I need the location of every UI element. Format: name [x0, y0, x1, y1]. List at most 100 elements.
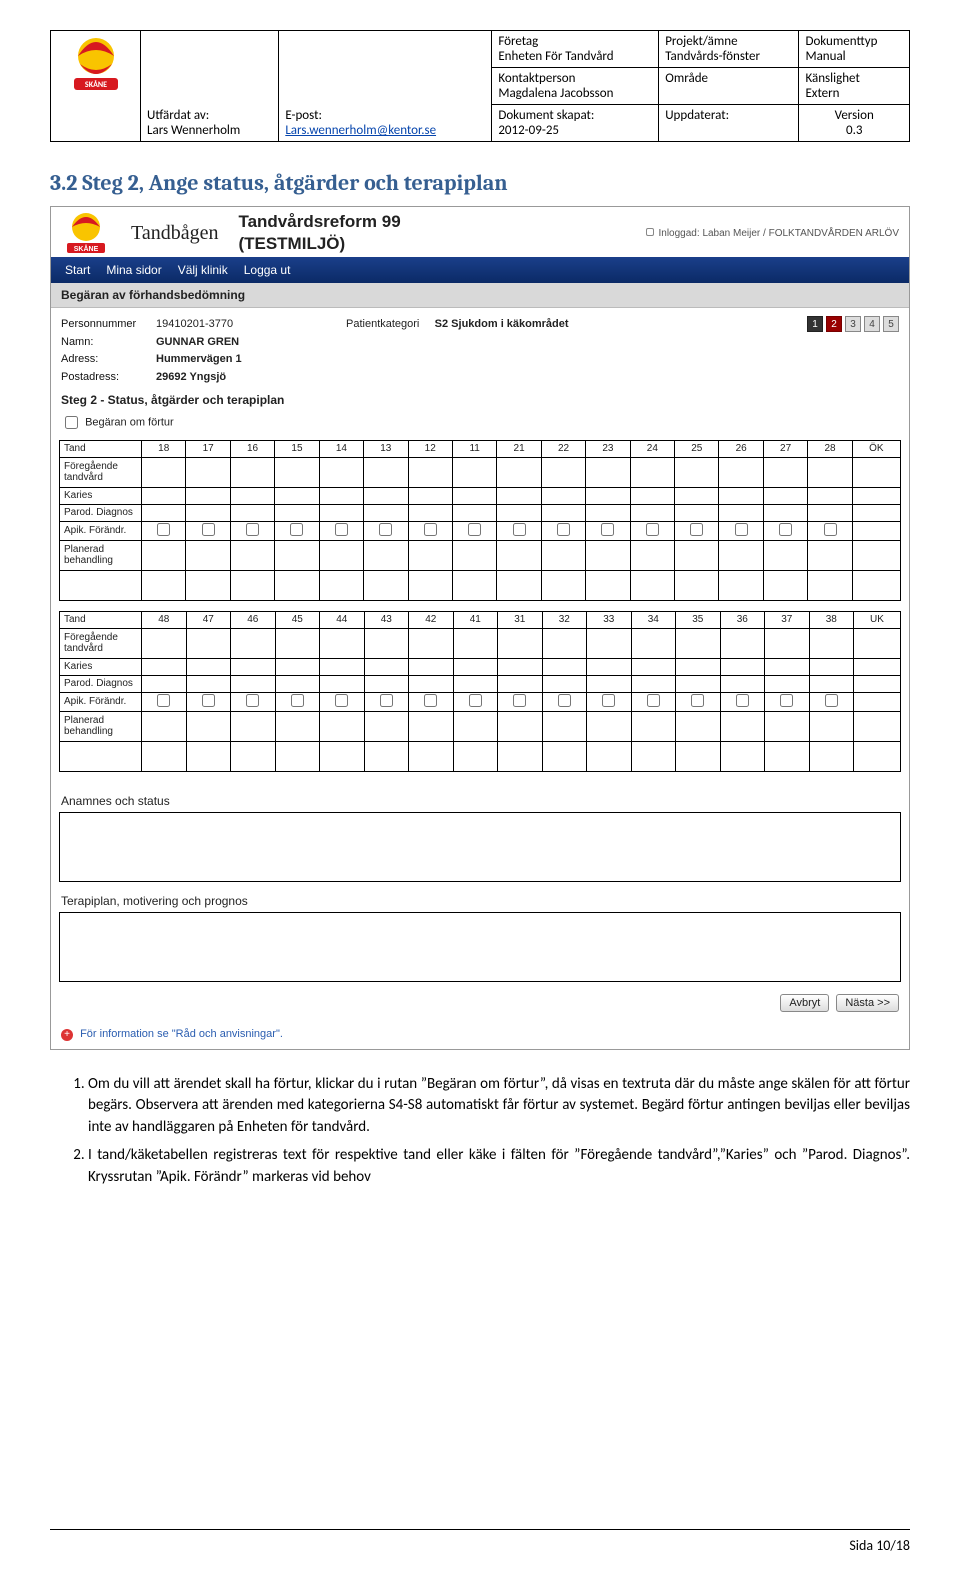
apik-checkbox-41[interactable]: [469, 694, 482, 707]
cell[interactable]: [498, 711, 543, 741]
cell[interactable]: [808, 521, 852, 540]
cell[interactable]: [676, 711, 721, 741]
cell[interactable]: [630, 521, 674, 540]
cell[interactable]: [586, 504, 630, 521]
cell[interactable]: [186, 692, 231, 711]
cell[interactable]: [675, 570, 719, 600]
cell[interactable]: [852, 540, 900, 570]
cell[interactable]: [854, 628, 901, 658]
cell[interactable]: [763, 457, 807, 487]
apik-checkbox-36[interactable]: [736, 694, 749, 707]
cell[interactable]: [587, 692, 632, 711]
cell[interactable]: [809, 675, 854, 692]
cell[interactable]: [320, 711, 365, 741]
cell[interactable]: [320, 628, 365, 658]
cell[interactable]: [720, 692, 765, 711]
cell[interactable]: [275, 521, 319, 540]
cell[interactable]: [186, 628, 231, 658]
apik-checkbox-34[interactable]: [647, 694, 660, 707]
cell[interactable]: [275, 628, 320, 658]
cell[interactable]: [854, 711, 901, 741]
cell[interactable]: [453, 741, 498, 771]
cell[interactable]: [676, 741, 721, 771]
cell[interactable]: [854, 692, 901, 711]
cell[interactable]: [852, 570, 900, 600]
apik-checkbox-14[interactable]: [335, 523, 348, 536]
cell[interactable]: [319, 504, 363, 521]
cell[interactable]: [319, 487, 363, 504]
apik-checkbox-31[interactable]: [513, 694, 526, 707]
cell[interactable]: [630, 540, 674, 570]
cell[interactable]: [142, 658, 187, 675]
cell[interactable]: [675, 540, 719, 570]
cell[interactable]: [142, 457, 186, 487]
cell[interactable]: [142, 741, 187, 771]
cell[interactable]: [808, 487, 852, 504]
cell[interactable]: [631, 741, 676, 771]
cell[interactable]: [452, 540, 496, 570]
cell[interactable]: [763, 570, 807, 600]
apik-checkbox-17[interactable]: [202, 523, 215, 536]
apik-checkbox-11[interactable]: [468, 523, 481, 536]
apik-checkbox-38[interactable]: [825, 694, 838, 707]
cell[interactable]: [497, 487, 541, 504]
cell[interactable]: [542, 628, 587, 658]
cell[interactable]: [230, 521, 274, 540]
cell[interactable]: [854, 658, 901, 675]
cell[interactable]: [452, 521, 496, 540]
cell[interactable]: [453, 675, 498, 692]
cell[interactable]: [676, 692, 721, 711]
cell[interactable]: [676, 628, 721, 658]
terapi-textarea[interactable]: [59, 912, 901, 982]
cell[interactable]: [586, 540, 630, 570]
nav-mina-sidor[interactable]: Mina sidor: [106, 263, 161, 277]
cell[interactable]: [230, 457, 274, 487]
cell[interactable]: [408, 570, 452, 600]
cell[interactable]: [275, 457, 319, 487]
cell[interactable]: [765, 675, 810, 692]
cell[interactable]: [409, 711, 454, 741]
cell[interactable]: [763, 521, 807, 540]
apik-checkbox-24[interactable]: [646, 523, 659, 536]
cell[interactable]: [320, 658, 365, 675]
cell[interactable]: [408, 521, 452, 540]
cell[interactable]: [142, 540, 186, 570]
cell[interactable]: [541, 521, 585, 540]
cell[interactable]: [541, 457, 585, 487]
apik-checkbox-26[interactable]: [735, 523, 748, 536]
cell[interactable]: [631, 675, 676, 692]
cell[interactable]: [275, 504, 319, 521]
cell[interactable]: [408, 540, 452, 570]
cell[interactable]: [498, 675, 543, 692]
apik-checkbox-32[interactable]: [558, 694, 571, 707]
cell[interactable]: [586, 570, 630, 600]
cell[interactable]: [230, 487, 274, 504]
cell[interactable]: [364, 675, 409, 692]
cell[interactable]: [497, 570, 541, 600]
cell[interactable]: [763, 487, 807, 504]
cell[interactable]: [542, 658, 587, 675]
cell[interactable]: [364, 658, 409, 675]
cell[interactable]: [765, 692, 810, 711]
cell[interactable]: [809, 628, 854, 658]
cell[interactable]: [231, 692, 276, 711]
apik-checkbox-33[interactable]: [602, 694, 615, 707]
apik-checkbox-13[interactable]: [379, 523, 392, 536]
apik-checkbox-46[interactable]: [246, 694, 259, 707]
cell[interactable]: [186, 570, 230, 600]
step-2[interactable]: 2: [826, 316, 842, 332]
apik-checkbox-28[interactable]: [824, 523, 837, 536]
apik-checkbox-27[interactable]: [779, 523, 792, 536]
apik-checkbox-42[interactable]: [424, 694, 437, 707]
cell[interactable]: [763, 540, 807, 570]
cell[interactable]: [408, 487, 452, 504]
cancel-button[interactable]: Avbryt: [780, 994, 829, 1012]
cell[interactable]: [497, 540, 541, 570]
cell[interactable]: [675, 504, 719, 521]
cell[interactable]: [675, 487, 719, 504]
cell[interactable]: [541, 540, 585, 570]
cell[interactable]: [275, 540, 319, 570]
apik-checkbox-21[interactable]: [513, 523, 526, 536]
cell[interactable]: [275, 675, 320, 692]
fortur-checkbox[interactable]: [65, 416, 78, 429]
